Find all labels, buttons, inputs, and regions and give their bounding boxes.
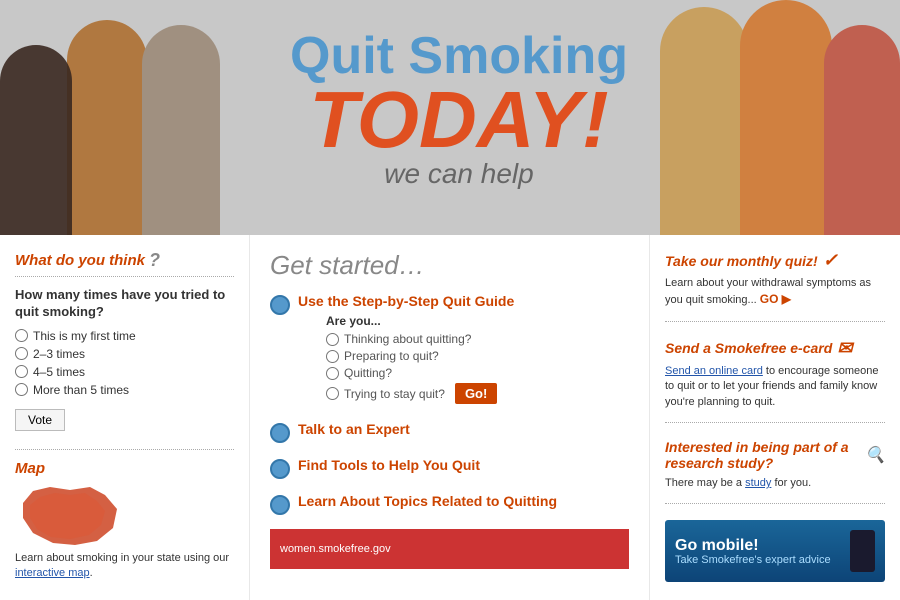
study-search-icon: 🔍 bbox=[865, 445, 885, 465]
person-silhouette-5 bbox=[740, 0, 832, 235]
person-silhouette-2 bbox=[67, 20, 147, 235]
step-title-3[interactable]: Find Tools to Help You Quit bbox=[298, 457, 480, 473]
quiz-checkmark-icon: ✓ bbox=[823, 250, 838, 271]
areyou-label-1: Thinking about quitting? bbox=[344, 332, 471, 346]
poll-option-3-label: 4–5 times bbox=[33, 365, 85, 379]
poll-option-4-label: More than 5 times bbox=[33, 383, 129, 397]
quiz-description: Learn about your withdrawal symptoms as … bbox=[665, 276, 885, 309]
ecard-title-text: Send a Smokefree e-card bbox=[665, 340, 832, 356]
mobile-phone-icon bbox=[850, 530, 875, 572]
go-button[interactable]: Go! bbox=[455, 383, 497, 404]
arrow-right-icon: ▶ bbox=[782, 292, 791, 306]
poll-radio-3[interactable] bbox=[15, 365, 28, 378]
poll-option-3[interactable]: 4–5 times bbox=[15, 365, 234, 379]
sub-option-1[interactable]: Thinking about quitting? bbox=[326, 332, 514, 346]
poll-option-2[interactable]: 2–3 times bbox=[15, 347, 234, 361]
sub-option-3[interactable]: Quitting? bbox=[326, 366, 514, 380]
person-silhouette-6 bbox=[824, 25, 900, 235]
quiz-title: Take our monthly quiz! ✓ bbox=[665, 250, 885, 271]
us-map bbox=[15, 483, 125, 548]
poll-option-4[interactable]: More than 5 times bbox=[15, 383, 234, 397]
areyou-radio-2[interactable] bbox=[326, 350, 339, 363]
banner-today-text: TODAY! bbox=[290, 82, 628, 158]
header-banner: Quit Smoking TODAY! we can help 🔖 SHARE … bbox=[0, 0, 900, 235]
women-banner[interactable]: women.smokefree.gov bbox=[270, 529, 629, 569]
step-item-2: Talk to an Expert bbox=[270, 421, 629, 443]
poll-option-2-label: 2–3 times bbox=[33, 347, 85, 361]
what-think-heading: What do you think ? bbox=[15, 250, 234, 277]
step-sub-1: Are you... Thinking about quitting? Prep… bbox=[326, 314, 514, 404]
quiz-widget: Take our monthly quiz! ✓ Learn about you… bbox=[665, 250, 885, 322]
study-title-text: Interested in being part of a research s… bbox=[665, 439, 860, 471]
sub-option-2[interactable]: Preparing to quit? bbox=[326, 349, 514, 363]
step-item-4: Learn About Topics Related to Quitting bbox=[270, 493, 629, 515]
study-description: There may be a study for you. bbox=[665, 476, 885, 491]
quiz-go-link[interactable]: GO ▶ bbox=[760, 292, 791, 306]
poll-question: How many times have you tried to quit sm… bbox=[15, 287, 234, 321]
map-title: Map bbox=[15, 460, 234, 477]
right-sidebar: Take our monthly quiz! ✓ Learn about you… bbox=[650, 235, 900, 600]
interactive-map-link[interactable]: interactive map bbox=[15, 567, 90, 579]
step-title-1[interactable]: Use the Step-by-Step Quit Guide bbox=[298, 293, 514, 309]
step-icon-2 bbox=[270, 423, 290, 443]
step-item-1: Use the Step-by-Step Quit Guide Are you.… bbox=[270, 293, 629, 407]
poll-radio-4[interactable] bbox=[15, 383, 28, 396]
study-widget: Interested in being part of a research s… bbox=[665, 439, 885, 504]
ecard-title: Send a Smokefree e-card ✉ bbox=[665, 338, 885, 359]
step-icon-3 bbox=[270, 459, 290, 479]
step-icon-4 bbox=[270, 495, 290, 515]
areyou-label-4: Trying to stay quit? bbox=[344, 387, 445, 401]
map-section: Map Learn about smoking in your state us… bbox=[15, 449, 234, 582]
step-icon-1 bbox=[270, 295, 290, 315]
left-sidebar: What do you think ? How many times have … bbox=[0, 235, 250, 600]
person-silhouette-3 bbox=[142, 25, 220, 235]
poll-option-1[interactable]: This is my first time bbox=[15, 329, 234, 343]
study-title: Interested in being part of a research s… bbox=[665, 439, 885, 471]
get-started-title: Get started… bbox=[270, 250, 629, 281]
step-title-4[interactable]: Learn About Topics Related to Quitting bbox=[298, 493, 557, 509]
sub-option-4[interactable]: Trying to stay quit? Go! bbox=[326, 383, 514, 404]
step-item-3: Find Tools to Help You Quit bbox=[270, 457, 629, 479]
center-content: Get started… Use the Step-by-Step Quit G… bbox=[250, 235, 650, 600]
go-mobile-subtitle: Take Smokefree's expert advice bbox=[675, 554, 831, 566]
poll-options: This is my first time 2–3 times 4–5 time… bbox=[15, 329, 234, 397]
what-think-label: What do you think bbox=[15, 252, 145, 269]
map-description: Learn about smoking in your state using … bbox=[15, 551, 234, 582]
step-title-2[interactable]: Talk to an Expert bbox=[298, 421, 410, 437]
areyou-radio-3[interactable] bbox=[326, 367, 339, 380]
quiz-title-text: Take our monthly quiz! bbox=[665, 253, 818, 269]
go-mobile-title: Go mobile! bbox=[675, 537, 831, 555]
poll-radio-1[interactable] bbox=[15, 329, 28, 342]
go-mobile-widget[interactable]: Go mobile! Take Smokefree's expert advic… bbox=[665, 520, 885, 582]
ecard-description: Send an online card to encourage someone… bbox=[665, 364, 885, 410]
areyou-radio-4[interactable] bbox=[326, 387, 339, 400]
poll-radio-2[interactable] bbox=[15, 347, 28, 360]
ecard-link[interactable]: Send an online card bbox=[665, 365, 763, 377]
ecard-widget: Send a Smokefree e-card ✉ Send an online… bbox=[665, 338, 885, 423]
vote-button[interactable]: Vote bbox=[15, 409, 65, 431]
question-mark-icon: ? bbox=[149, 250, 160, 271]
ecard-envelope-icon: ✉ bbox=[837, 338, 852, 359]
banner-text-container: Quit Smoking TODAY! we can help bbox=[290, 30, 628, 190]
areyou-radio-1[interactable] bbox=[326, 333, 339, 346]
main-content: What do you think ? How many times have … bbox=[0, 235, 900, 600]
areyou-label-2: Preparing to quit? bbox=[344, 349, 439, 363]
women-banner-text: women.smokefree.gov bbox=[280, 543, 391, 555]
areyou-label-3: Quitting? bbox=[344, 366, 392, 380]
person-silhouette-4 bbox=[660, 7, 748, 235]
study-link[interactable]: study bbox=[745, 477, 771, 489]
person-silhouette-1 bbox=[0, 45, 72, 235]
poll-option-1-label: This is my first time bbox=[33, 329, 136, 343]
are-you-label: Are you... bbox=[326, 314, 514, 328]
